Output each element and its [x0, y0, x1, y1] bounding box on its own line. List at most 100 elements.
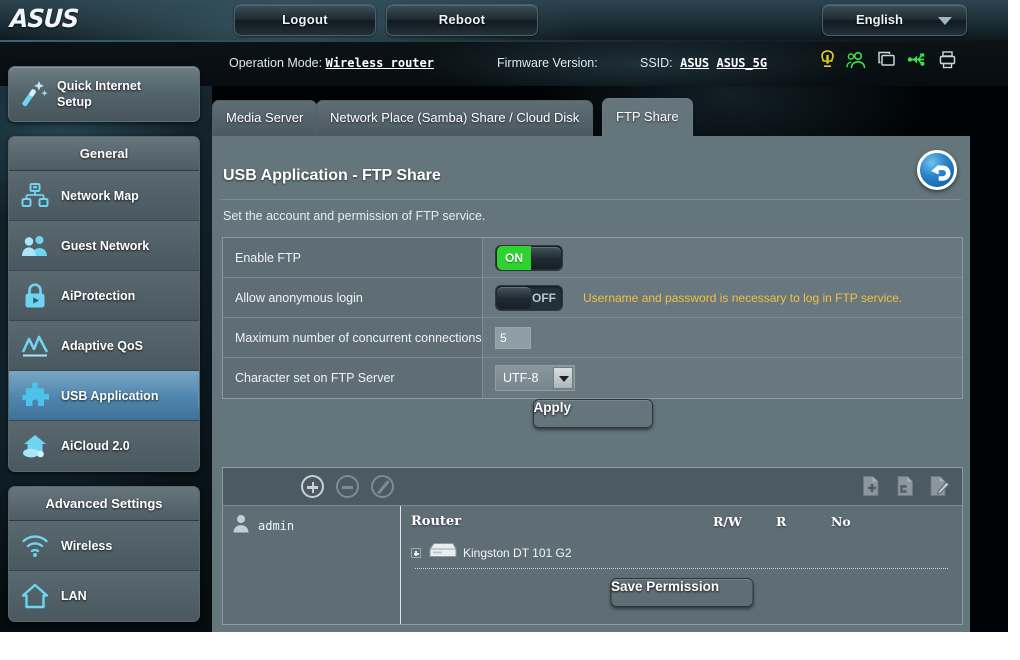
- permission-divider: [415, 568, 948, 569]
- asus-router-admin-page: ASUS Logout Reboot English Operation Mod…: [0, 0, 1020, 660]
- edit-user-circle-icon[interactable]: [371, 475, 394, 498]
- title-divider: [221, 199, 961, 200]
- sidebar-item-label: Adaptive QoS: [61, 339, 143, 353]
- back-button[interactable]: [917, 150, 957, 190]
- user-name: admin: [258, 518, 295, 533]
- setting-row-allow-anonymous-login: Allow anonymous login OFF Username and p…: [223, 278, 962, 318]
- sidebar-item-usb-application[interactable]: USB Application: [9, 371, 199, 421]
- sidebar-group-general: General Network Map Guest Network AiProt…: [8, 136, 200, 472]
- ssid-info: SSID: ASUS ASUS_5G: [640, 56, 767, 70]
- puzzle-piece-icon: [21, 382, 51, 410]
- setting-control: [483, 318, 962, 357]
- column-header-no: No: [831, 514, 851, 529]
- language-label: English: [856, 12, 903, 27]
- permission-toolbar: [223, 468, 962, 506]
- rename-folder-icon[interactable]: [928, 475, 950, 502]
- column-header-rw: R/W: [713, 514, 742, 529]
- apply-button[interactable]: Apply: [532, 399, 653, 428]
- lock-shield-icon: [21, 282, 49, 310]
- save-permission-button[interactable]: Save Permission: [610, 578, 753, 607]
- sidebar: Quick Internet Setup General Network Map …: [8, 66, 200, 636]
- sidebar-item-lan[interactable]: LAN: [9, 571, 199, 621]
- toggle-state-label: ON: [497, 245, 531, 270]
- usb-icon[interactable]: [907, 50, 928, 70]
- sidebar-item-guest-network[interactable]: Guest Network: [9, 221, 199, 271]
- tab-ftp-share[interactable]: FTP Share: [602, 98, 693, 136]
- expand-node-icon[interactable]: [411, 548, 421, 558]
- sidebar-item-quick-internet-setup[interactable]: Quick Internet Setup: [8, 66, 200, 122]
- content-panel: USB Application - FTP Share Set the acco…: [212, 136, 970, 632]
- cloud-house-icon: [21, 432, 49, 460]
- sidebar-group-advanced-settings: Advanced Settings Wireless LAN: [8, 486, 200, 622]
- guest-users-icon[interactable]: [846, 50, 866, 70]
- operation-mode-info: Operation Mode: Wireless router: [229, 56, 434, 70]
- add-folder-icon[interactable]: [860, 475, 882, 502]
- toggle-knob: [497, 286, 531, 309]
- setting-label: Allow anonymous login: [223, 278, 483, 317]
- device-permission-area: Router R/W R No Kingston DT 101 G2 Save …: [401, 506, 962, 624]
- page-title: USB Application - FTP Share: [223, 167, 441, 184]
- devices-icon[interactable]: [877, 50, 896, 70]
- anonymous-login-hint: Username and password is necessary to lo…: [583, 290, 903, 305]
- remove-user-circle-icon[interactable]: [336, 475, 359, 498]
- character-set-select[interactable]: UTF-8: [495, 365, 575, 391]
- setting-control: OFF Username and password is necessary t…: [483, 278, 962, 317]
- setting-label: Enable FTP: [223, 238, 483, 277]
- setting-row-max-connections: Maximum number of concurrent connections: [223, 318, 962, 358]
- ssid-value-5g[interactable]: ASUS_5G: [717, 56, 768, 70]
- enable-ftp-toggle[interactable]: ON: [495, 244, 563, 271]
- magic-wand-icon: [19, 79, 49, 114]
- folder-icon[interactable]: [894, 475, 916, 502]
- column-header-r: R: [776, 514, 787, 529]
- setting-row-character-set: Character set on FTP Server UTF-8: [223, 358, 962, 398]
- apply-row: Apply: [222, 399, 963, 428]
- device-header-row: Router R/W R No: [401, 512, 962, 538]
- device-header-title: Router: [411, 514, 462, 529]
- setting-control: ON: [483, 238, 962, 277]
- house-icon: [21, 582, 49, 610]
- printer-icon[interactable]: [939, 50, 956, 70]
- alert-icon[interactable]: [820, 50, 835, 70]
- top-banner: ASUS Logout Reboot English: [0, 0, 1008, 42]
- sidebar-item-wireless[interactable]: Wireless: [9, 521, 199, 571]
- max-connections-input[interactable]: [495, 326, 531, 349]
- language-selector[interactable]: English: [822, 4, 967, 36]
- operation-mode-value[interactable]: Wireless router: [326, 56, 434, 70]
- permission-body: admin Router R/W R No Kingston DT 101 G2…: [223, 506, 962, 624]
- list-item[interactable]: admin: [231, 513, 400, 538]
- sidebar-item-label: LAN: [61, 589, 87, 603]
- user-avatar-icon: [231, 513, 251, 538]
- setting-label: Character set on FTP Server: [223, 358, 483, 398]
- sidebar-item-adaptive-qos[interactable]: Adaptive QoS: [9, 321, 199, 371]
- usb-drive-icon: [427, 541, 457, 566]
- allow-anonymous-login-toggle[interactable]: OFF: [495, 284, 563, 311]
- sidebar-item-aicloud[interactable]: AiCloud 2.0: [9, 421, 199, 471]
- sidebar-item-network-map[interactable]: Network Map: [9, 171, 199, 221]
- permission-toolbar-left: [301, 475, 394, 498]
- page-description: Set the account and permission of FTP se…: [223, 209, 486, 223]
- character-set-value: UTF-8: [503, 371, 539, 385]
- chevron-down-icon[interactable]: [553, 367, 573, 389]
- sidebar-item-aiprotection[interactable]: AiProtection: [9, 271, 199, 321]
- sidebar-item-label: AiCloud 2.0: [61, 439, 130, 453]
- sidebar-group-title-advanced: Advanced Settings: [9, 487, 199, 521]
- tab-media-server[interactable]: Media Server: [212, 100, 318, 136]
- add-user-circle-icon[interactable]: [301, 475, 324, 498]
- firmware-version-info: Firmware Version:: [497, 56, 598, 70]
- logout-button[interactable]: Logout: [234, 4, 376, 36]
- wifi-icon: [21, 532, 49, 560]
- ssid-value-24g[interactable]: ASUS: [680, 56, 709, 70]
- qos-chart-icon: [21, 332, 49, 360]
- sidebar-item-label: USB Application: [61, 389, 159, 403]
- asus-logo: ASUS: [9, 4, 79, 33]
- sidebar-item-label: Wireless: [61, 539, 113, 553]
- operation-mode-label: Operation Mode:: [229, 56, 323, 70]
- user-list: admin: [223, 506, 401, 624]
- setting-row-enable-ftp: Enable FTP ON: [223, 238, 962, 278]
- tab-network-place-samba-share[interactable]: Network Place (Samba) Share / Cloud Disk: [316, 100, 594, 136]
- table-row: Kingston DT 101 G2: [411, 541, 962, 565]
- device-name: Kingston DT 101 G2: [463, 546, 572, 560]
- guest-network-icon: [21, 232, 49, 260]
- permission-panel: admin Router R/W R No Kingston DT 101 G2…: [222, 467, 963, 625]
- reboot-button[interactable]: Reboot: [386, 4, 538, 36]
